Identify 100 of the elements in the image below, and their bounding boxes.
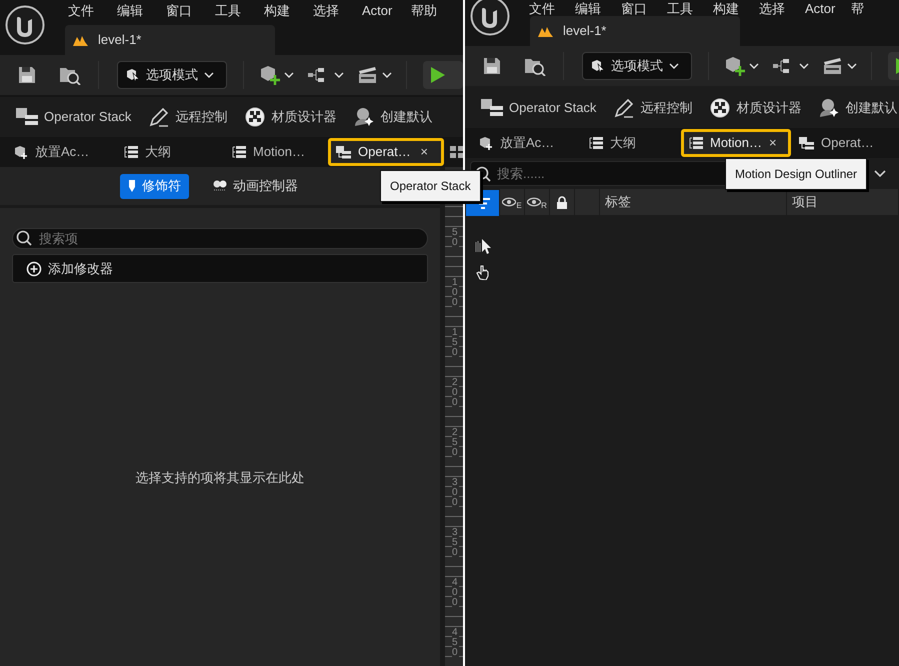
ruler-label: 100 [452, 278, 459, 308]
chevron-down-icon [382, 72, 392, 78]
panel-tab[interactable]: Motion… × [681, 129, 791, 157]
mode-toggle[interactable]: 动画控制器 [205, 174, 306, 198]
menu-item[interactable]: 选择 [755, 0, 799, 20]
add-modifier-button[interactable]: 添加修改器 [12, 254, 428, 283]
ruler-label: 450 [452, 628, 459, 658]
play-button[interactable] [423, 61, 463, 89]
close-icon[interactable]: × [420, 142, 428, 162]
panel-tab[interactable]: 大纲 [116, 138, 224, 166]
save-button[interactable] [16, 64, 38, 86]
add-actor-button[interactable] [260, 65, 294, 85]
menu-item[interactable]: 文件 [64, 0, 110, 22]
eye-icon [527, 197, 542, 207]
stacked-squares-icon [481, 99, 503, 117]
mode-toggle[interactable]: 修饰符 [120, 174, 189, 198]
level-icon [538, 26, 553, 36]
panel-tab[interactable]: 放置Ac… [6, 138, 116, 166]
search-field[interactable]: 搜索项 [12, 228, 428, 249]
menu-item[interactable]: 选择 [309, 0, 355, 22]
tooltip: Operator Stack [380, 170, 481, 202]
toolbar-shortcut[interactable]: 创建默认 [819, 98, 898, 118]
checker-ball-icon [710, 98, 730, 118]
person-star-icon [819, 98, 840, 118]
level-tab[interactable]: level-1* [530, 16, 740, 46]
column-header[interactable]: R [525, 189, 550, 215]
pencil-icon [149, 107, 170, 127]
chevron-down-icon [334, 72, 344, 78]
toolbar-shortcut[interactable]: 材质设计器 [245, 107, 336, 127]
save-button[interactable] [481, 55, 503, 77]
list-icon [124, 146, 138, 158]
level-tab[interactable]: level-1* [65, 25, 275, 55]
ruler-label: 150 [452, 328, 459, 358]
panel-tab[interactable]: Motion… [224, 138, 328, 166]
blueprint-button[interactable] [308, 67, 344, 83]
cursor-cube-icon [591, 59, 605, 73]
menu-item[interactable]: 窗口 [162, 0, 208, 22]
stacked-squares-icon [16, 108, 38, 126]
level-icon [73, 34, 88, 46]
menu-item[interactable]: Actor [801, 0, 845, 20]
cinematics-button[interactable] [823, 57, 857, 75]
panel-tab[interactable]: Operat… × [328, 138, 444, 166]
panel-tab[interactable]: Operat… [791, 129, 899, 157]
menu-item[interactable]: 帮助 [407, 0, 453, 22]
ruler-label: 300 [452, 478, 459, 508]
lock-icon [556, 196, 568, 208]
chevron-down-icon [847, 63, 857, 69]
ruler-label: 250 [452, 428, 459, 458]
close-icon[interactable]: × [769, 133, 777, 153]
empty-message: 选择支持的项将其显示在此处 [136, 469, 304, 487]
select-tool-button[interactable] [474, 238, 490, 256]
menu-item[interactable]: 工具 [211, 0, 257, 22]
hand-tool-button[interactable] [476, 264, 490, 280]
menu-item[interactable]: 帮 [847, 0, 891, 20]
ruler-label: 200 [452, 378, 459, 408]
ruler-label: 350 [452, 528, 459, 558]
add-actor-button[interactable] [725, 56, 759, 76]
panel-tab[interactable]: 放置Ac… [471, 129, 581, 157]
chevron-down-icon [749, 63, 759, 69]
column-subscript: R [541, 202, 547, 210]
toolbar-shortcut[interactable]: Operator Stack [481, 98, 596, 118]
toolbar-shortcut[interactable]: Operator Stack [16, 107, 132, 127]
logo-icon [5, 5, 45, 45]
cube-plus-icon [725, 56, 745, 76]
tooltip: Motion Design Outliner [725, 158, 868, 190]
cinematics-button[interactable] [358, 66, 392, 84]
options-dropdown[interactable] [874, 170, 886, 177]
toolbar-shortcut[interactable]: 远程控制 [149, 107, 228, 127]
toolbar-shortcut[interactable]: 材质设计器 [710, 98, 802, 118]
cursor-icon [474, 238, 490, 256]
column-header[interactable]: E [500, 189, 525, 215]
stacked-squares-icon [799, 136, 814, 150]
eye-icon [502, 197, 516, 207]
toolbar-shortcut[interactable]: 创建默认 [354, 107, 432, 127]
clapperboard-icon [823, 57, 843, 75]
clapperboard-icon [358, 66, 378, 84]
ruler-label: 50 [452, 228, 459, 248]
cube-plus-icon [260, 65, 280, 85]
panel-tab[interactable]: 大纲 [581, 129, 681, 157]
mode-dropdown[interactable]: 选项模式 [117, 61, 227, 89]
stacked-squares-icon [336, 146, 351, 158]
mode-dropdown[interactable]: 选项模式 [582, 52, 692, 80]
plus-circle-icon [26, 260, 42, 276]
level-name: level-1* [98, 31, 142, 50]
menu-item[interactable]: 构建 [260, 0, 306, 22]
chevron-down-icon [799, 63, 809, 69]
list-icon [689, 137, 703, 149]
toolbar-shortcut[interactable]: 远程控制 [614, 98, 692, 118]
grid-icon [450, 146, 463, 158]
chevron-down-icon [669, 63, 679, 69]
blueprint-button[interactable] [773, 58, 809, 74]
menu-item[interactable]: Actor [358, 0, 404, 22]
cube-plus-icon [14, 145, 28, 159]
level-name: level-1* [563, 22, 606, 40]
chevron-down-icon [284, 72, 294, 78]
hand-icon [476, 264, 490, 280]
pencil-icon [614, 98, 634, 118]
folder-search-icon [59, 65, 81, 85]
checker-ball-icon [245, 107, 266, 127]
menu-item[interactable]: 编辑 [113, 0, 159, 22]
